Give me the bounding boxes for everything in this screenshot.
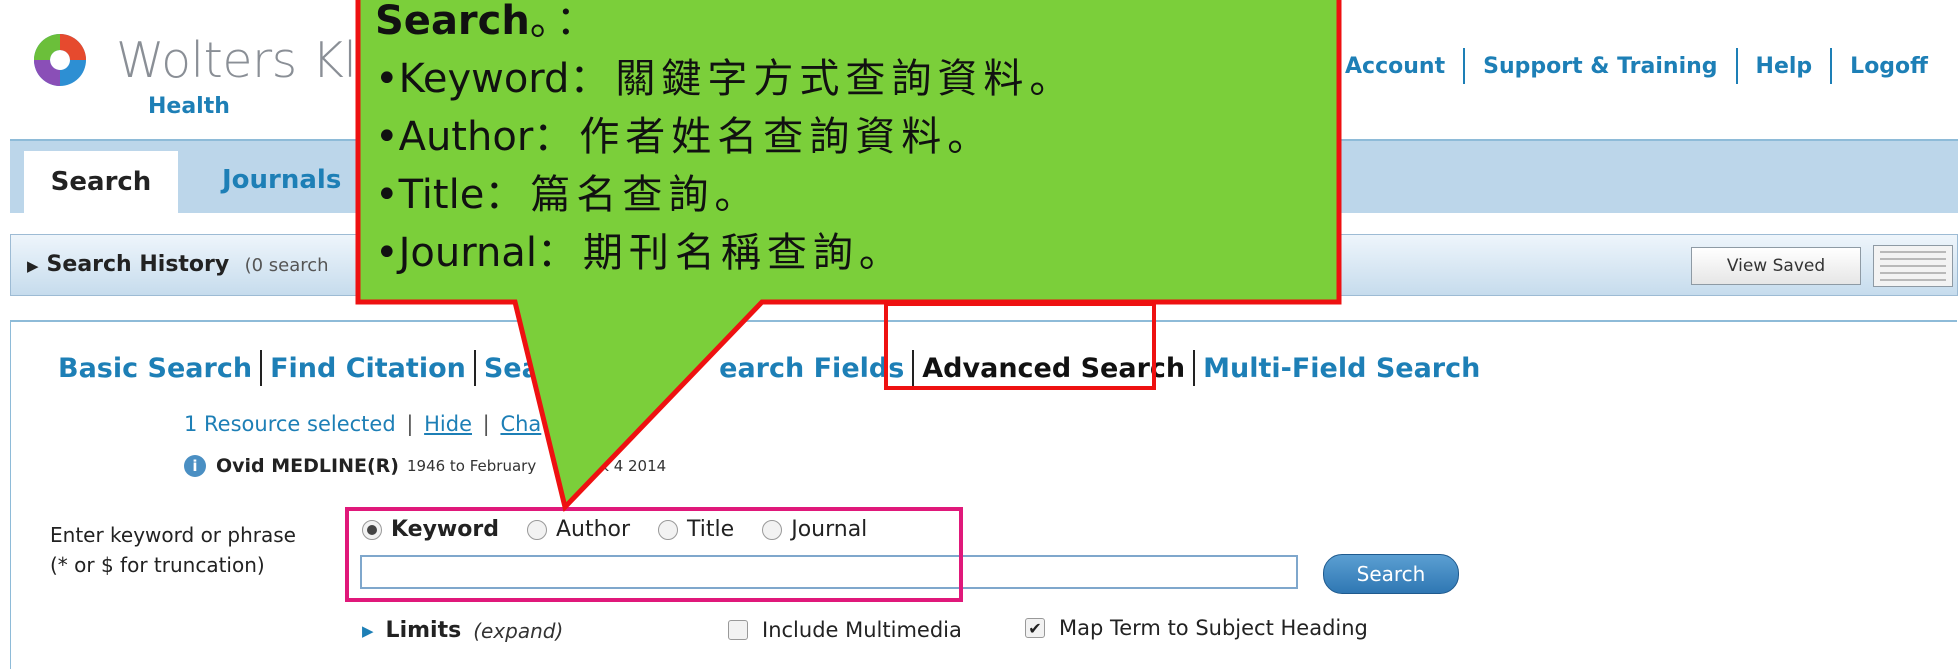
callout-line-title: •Title：篇名查詢。 xyxy=(375,166,1335,224)
callout-term: •Keyword xyxy=(375,56,570,102)
callout-desc: ：期刊名稱查詢。 xyxy=(536,230,905,276)
callout-term: •Author xyxy=(375,114,534,160)
callout-line-author: •Author：作者姓名查詢資料。 xyxy=(375,108,1335,166)
callout-line-journal: •Journal：期刊名稱查詢。 xyxy=(375,224,1335,282)
callout-text: Search。： •Keyword：關鍵字方式查詢資料。 •Author：作者姓… xyxy=(375,0,1335,282)
callout-desc: ：關鍵字方式查詢資料。 xyxy=(569,56,1076,102)
callout-term: •Title xyxy=(375,172,485,218)
callout-heading: Search。： xyxy=(375,0,1335,50)
callout-heading-term: Search xyxy=(375,0,530,44)
callout-line-keyword: •Keyword：關鍵字方式查詢資料。 xyxy=(375,50,1335,108)
callout-desc: ：篇名查詢。 xyxy=(484,172,761,218)
callout-term: •Journal xyxy=(375,230,537,276)
callout-desc: ：作者姓名查詢資料。 xyxy=(533,114,994,160)
callout-heading-tail: 。： xyxy=(529,0,602,44)
